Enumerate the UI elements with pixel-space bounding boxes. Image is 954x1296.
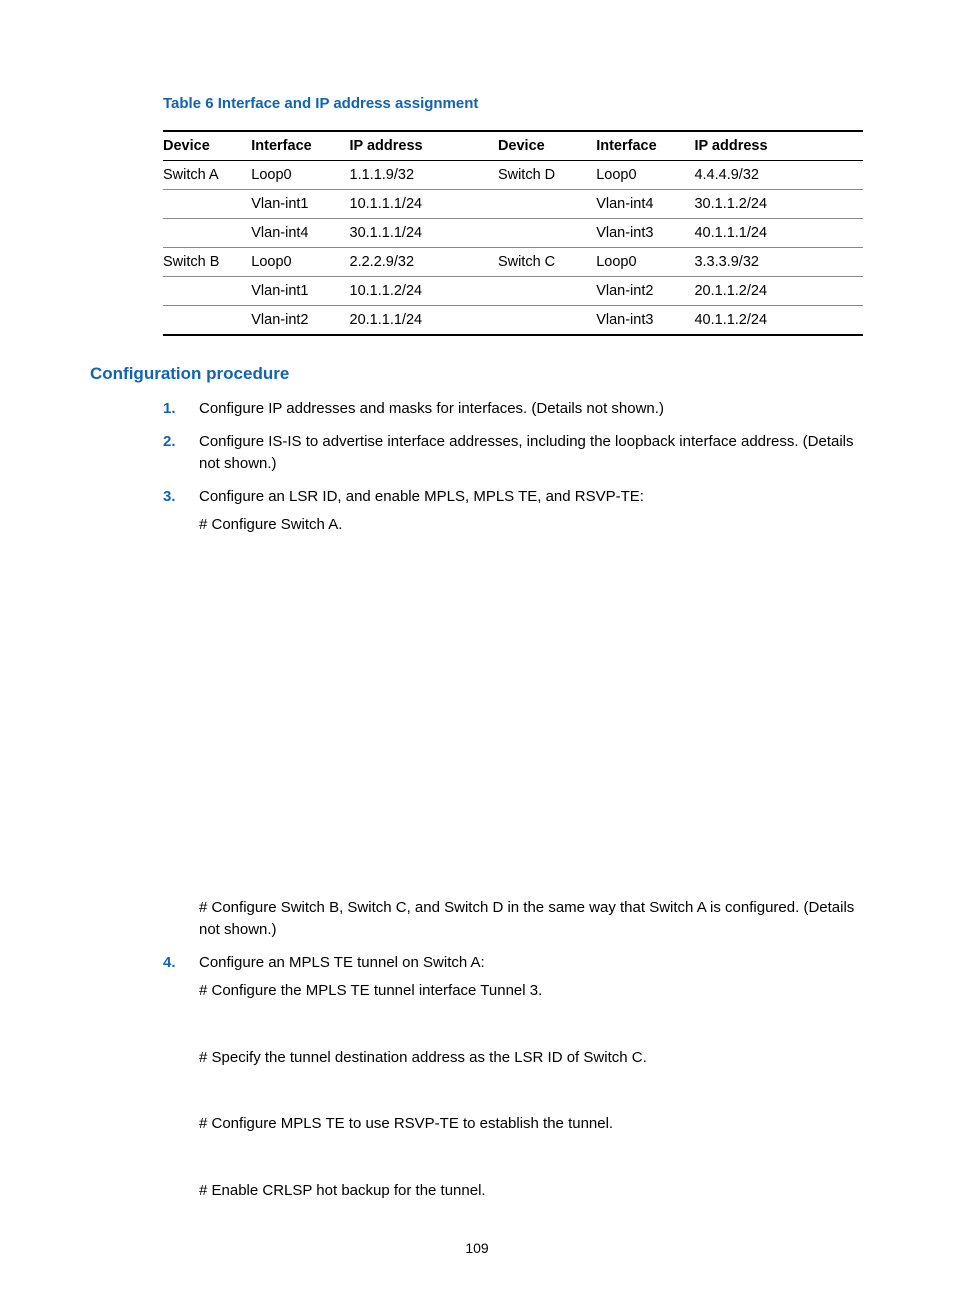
step-subtext: # Configure Switch B, Switch C, and Swit…: [199, 897, 864, 942]
step-subtext: # Enable CRLSP hot backup for the tunnel…: [199, 1180, 864, 1203]
table-row: Vlan-int110.1.1.1/24 Vlan-int430.1.1.2/24: [163, 190, 863, 219]
th-device2: Device: [498, 131, 596, 161]
table-cell: Vlan-int3: [596, 219, 694, 248]
step-subtext: # Configure MPLS TE to use RSVP-TE to es…: [199, 1113, 864, 1136]
table-cell: 40.1.1.1/24: [694, 219, 863, 248]
table-cell: 30.1.1.2/24: [694, 190, 863, 219]
table-cell: [498, 277, 596, 306]
table-cell: Vlan-int2: [251, 306, 349, 336]
table-cell: 2.2.2.9/32: [350, 248, 498, 277]
table-cell: Vlan-int2: [596, 277, 694, 306]
table-cell: Loop0: [596, 161, 694, 190]
table-cell: [498, 306, 596, 336]
step-text: Configure IP addresses and masks for int…: [199, 400, 664, 417]
table-cell: 40.1.1.2/24: [694, 306, 863, 336]
th-interface: Interface: [251, 131, 349, 161]
step-subtext: # Configure Switch A.: [199, 514, 864, 537]
table-cell: Switch A: [163, 161, 251, 190]
table-cell: [498, 219, 596, 248]
table-cell: 4.4.4.9/32: [694, 161, 863, 190]
table-cell: Loop0: [251, 161, 349, 190]
table-row: Vlan-int110.1.1.2/24 Vlan-int220.1.1.2/24: [163, 277, 863, 306]
table-cell: Switch D: [498, 161, 596, 190]
th-ip: IP address: [350, 131, 498, 161]
step-text: Configure an MPLS TE tunnel on Switch A:: [199, 954, 485, 971]
table-row: Vlan-int430.1.1.1/24 Vlan-int340.1.1.1/24: [163, 219, 863, 248]
section-heading: Configuration procedure: [90, 364, 864, 384]
table-cell: 20.1.1.2/24: [694, 277, 863, 306]
step-subtext: # Configure the MPLS TE tunnel interface…: [199, 980, 864, 1003]
table-cell: [498, 190, 596, 219]
step-number: 4.: [163, 952, 176, 975]
step-number: 2.: [163, 431, 176, 454]
step-item: 1. Configure IP addresses and masks for i…: [163, 398, 864, 421]
table-cell: 10.1.1.1/24: [350, 190, 498, 219]
table-caption: Table 6 Interface and IP address assignm…: [163, 95, 864, 112]
table-row: Switch ALoop01.1.1.9/32Switch DLoop04.4.…: [163, 161, 863, 190]
step-item: 4. Configure an MPLS TE tunnel on Switch …: [163, 952, 864, 1203]
th-device: Device: [163, 131, 251, 161]
table-cell: 20.1.1.1/24: [350, 306, 498, 336]
step-number: 3.: [163, 486, 176, 509]
step-item: 2. Configure IS-IS to advertise interface…: [163, 431, 864, 476]
table-cell: Switch B: [163, 248, 251, 277]
table-cell: Loop0: [251, 248, 349, 277]
table-cell: Vlan-int1: [251, 190, 349, 219]
steps-list: 1. Configure IP addresses and masks for i…: [163, 398, 864, 1202]
table-row: Vlan-int220.1.1.1/24 Vlan-int340.1.1.2/24: [163, 306, 863, 336]
step-text: Configure an LSR ID, and enable MPLS, MP…: [199, 488, 644, 505]
table-header-row: Device Interface IP address Device Inter…: [163, 131, 863, 161]
table-cell: Vlan-int4: [251, 219, 349, 248]
table-cell: 30.1.1.1/24: [350, 219, 498, 248]
table-cell: 10.1.1.2/24: [350, 277, 498, 306]
table-row: Switch BLoop02.2.2.9/32Switch CLoop03.3.…: [163, 248, 863, 277]
table-cell: Vlan-int3: [596, 306, 694, 336]
th-interface2: Interface: [596, 131, 694, 161]
table-cell: [163, 219, 251, 248]
table-cell: 1.1.1.9/32: [350, 161, 498, 190]
table-cell: [163, 190, 251, 219]
step-item: 3. Configure an LSR ID, and enable MPLS, …: [163, 486, 864, 942]
ip-assignment-table: Device Interface IP address Device Inter…: [163, 130, 863, 336]
table-cell: 3.3.3.9/32: [694, 248, 863, 277]
page-number: 109: [0, 1240, 954, 1256]
table-cell: Loop0: [596, 248, 694, 277]
table-cell: Vlan-int4: [596, 190, 694, 219]
step-subtext: # Specify the tunnel destination address…: [199, 1047, 864, 1070]
step-number: 1.: [163, 398, 176, 421]
table-cell: Switch C: [498, 248, 596, 277]
th-ip2: IP address: [694, 131, 863, 161]
table-cell: [163, 306, 251, 336]
table-cell: Vlan-int1: [251, 277, 349, 306]
step-text: Configure IS-IS to advertise interface a…: [199, 433, 854, 473]
table-cell: [163, 277, 251, 306]
